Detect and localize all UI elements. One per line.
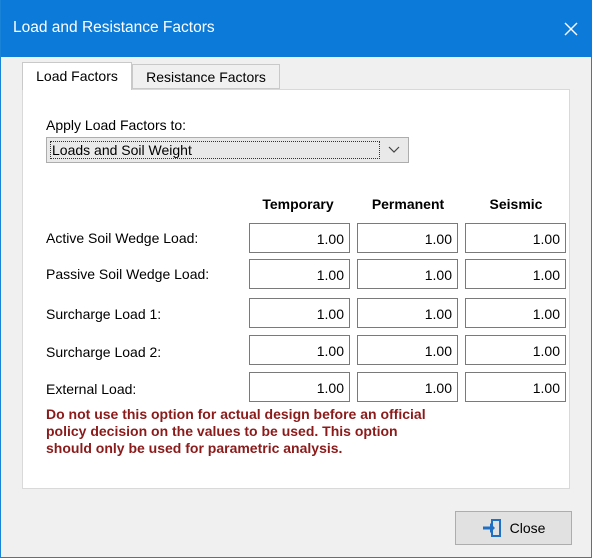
warning-line-1: Do not use this option for actual design… [46, 406, 426, 422]
design-warning-text: Do not use this option for actual design… [46, 406, 526, 457]
dropdown-arrow[interactable] [380, 138, 408, 162]
row-label-surcharge-2: Surcharge Load 2: [46, 344, 162, 360]
column-header-permanent: Permanent [371, 196, 445, 212]
row-label-active-soil-wedge: Active Soil Wedge Load: [46, 230, 199, 246]
title-bar: Load and Resistance Factors [1, 0, 592, 57]
close-window-button[interactable] [549, 0, 592, 57]
warning-line-3: should only be used for parametric analy… [46, 440, 343, 456]
chevron-down-icon [388, 146, 400, 153]
active-seismic-input[interactable]: 1.00 [465, 223, 566, 253]
column-header-temporary: Temporary [262, 196, 334, 212]
dropdown-selected-value: Loads and Soil Weight [50, 141, 380, 159]
tab-resistance-factors[interactable]: Resistance Factors [132, 64, 280, 89]
active-temporary-input[interactable]: 1.00 [249, 223, 350, 253]
passive-permanent-input[interactable]: 1.00 [357, 259, 458, 289]
column-header-seismic: Seismic [489, 196, 543, 212]
surcharge2-permanent-input[interactable]: 1.00 [357, 335, 458, 365]
external-temporary-input[interactable]: 1.00 [249, 372, 350, 402]
dialog-window: Load and Resistance Factors Load Factors… [0, 0, 592, 558]
close-icon [564, 22, 578, 35]
row-label-passive-soil-wedge: Passive Soil Wedge Load: [46, 266, 210, 282]
surcharge1-temporary-input[interactable]: 1.00 [249, 298, 350, 328]
close-button[interactable]: Close [455, 511, 572, 545]
tab-load-factors[interactable]: Load Factors [22, 62, 132, 90]
close-button-label: Close [509, 520, 546, 536]
exit-door-icon [482, 519, 501, 537]
external-seismic-input[interactable]: 1.00 [465, 372, 566, 402]
passive-seismic-input[interactable]: 1.00 [465, 259, 566, 289]
apply-load-factors-label: Apply Load Factors to: [46, 117, 187, 133]
surcharge2-seismic-input[interactable]: 1.00 [465, 335, 566, 365]
active-permanent-input[interactable]: 1.00 [357, 223, 458, 253]
warning-line-2: policy decision on the values to be used… [46, 423, 398, 439]
surcharge1-permanent-input[interactable]: 1.00 [357, 298, 458, 328]
row-label-external-load: External Load: [46, 381, 137, 397]
surcharge1-seismic-input[interactable]: 1.00 [465, 298, 566, 328]
apply-load-factors-dropdown[interactable]: Loads and Soil Weight [46, 137, 409, 163]
surcharge2-temporary-input[interactable]: 1.00 [249, 335, 350, 365]
passive-temporary-input[interactable]: 1.00 [249, 259, 350, 289]
external-permanent-input[interactable]: 1.00 [357, 372, 458, 402]
row-label-surcharge-1: Surcharge Load 1: [46, 306, 162, 322]
window-title: Load and Resistance Factors [13, 19, 215, 36]
